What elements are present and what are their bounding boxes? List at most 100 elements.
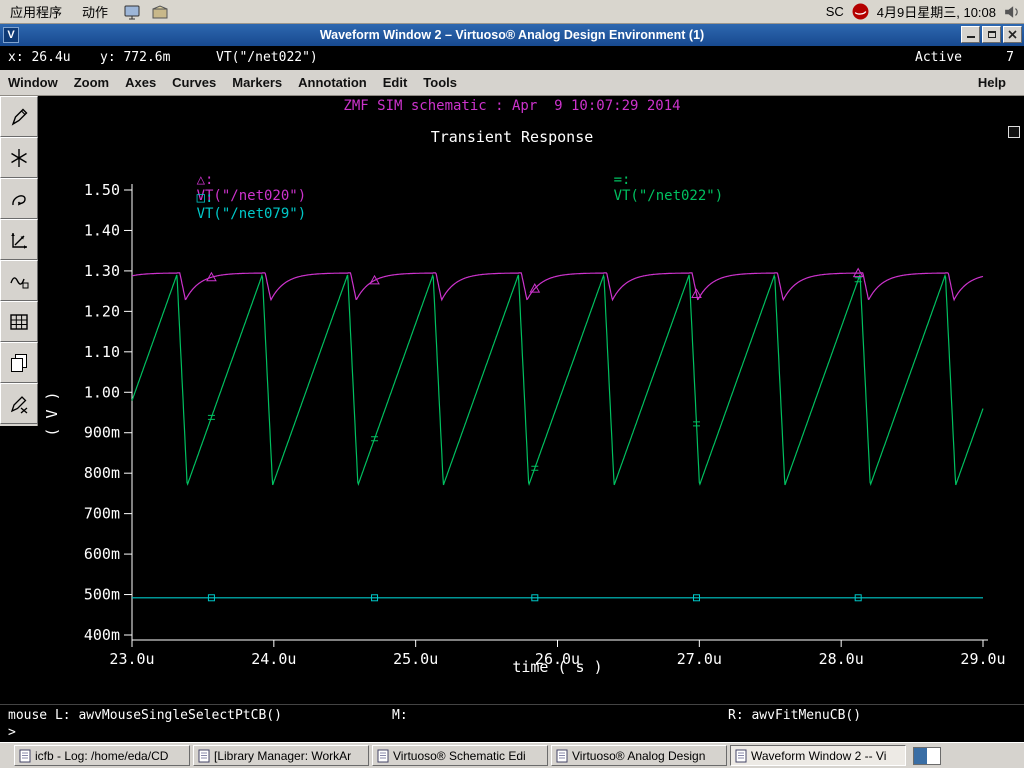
- pen-strike-icon: [10, 395, 28, 413]
- window-doc-icon: [19, 749, 31, 762]
- toolbar-erase-button[interactable]: [0, 383, 38, 424]
- plot-page-indicator[interactable]: [1008, 126, 1020, 138]
- workspace-1[interactable]: [914, 747, 927, 764]
- svg-text:700m: 700m: [84, 505, 120, 523]
- terminal-launcher-icon[interactable]: [122, 2, 142, 22]
- toolbar-axes-button[interactable]: [0, 219, 38, 260]
- plot-title: Transient Response: [430, 128, 594, 146]
- prompt-char: >: [8, 725, 16, 740]
- svg-text:1.40: 1.40: [84, 221, 120, 239]
- toolbar-copy-button[interactable]: [0, 342, 38, 383]
- svg-text:900m: 900m: [84, 424, 120, 442]
- mouse-left-binding: mouse L: awvMouseSingleSelectPtCB(): [8, 708, 282, 723]
- taskbar-label: [Library Manager: WorkAr: [214, 748, 352, 763]
- mouse-right-binding: R: awvFitMenuCB(): [728, 708, 862, 723]
- minimize-icon: [966, 31, 975, 38]
- menu-axes[interactable]: Axes: [117, 70, 164, 95]
- clock[interactable]: 4月9日星期三, 10:08: [877, 2, 996, 21]
- svg-text:1.50: 1.50: [84, 181, 120, 199]
- star-icon: [11, 148, 27, 167]
- menu-zoom[interactable]: Zoom: [66, 70, 117, 95]
- menu-window[interactable]: Window: [0, 70, 66, 95]
- legend-label: VT("/net079"): [196, 206, 307, 222]
- menu-edit[interactable]: Edit: [375, 70, 416, 95]
- mouse-middle-binding: M:: [392, 708, 408, 723]
- svg-text:time ( s ): time ( s ): [512, 658, 602, 676]
- legend-net079[interactable]: □: VT("/net079"): [146, 174, 307, 238]
- svg-text:1.20: 1.20: [84, 302, 120, 320]
- grid-icon: [10, 313, 28, 330]
- close-button[interactable]: [1003, 26, 1022, 43]
- redhat-icon[interactable]: [852, 3, 869, 20]
- box-icon: [152, 4, 168, 18]
- selected-trace-readout: VT("/net022"): [216, 50, 318, 65]
- keyboard-layout-indicator[interactable]: SC: [826, 4, 844, 19]
- menu-tools[interactable]: Tools: [415, 70, 465, 95]
- toolbar-pen-button[interactable]: [0, 96, 38, 137]
- taskbar-button-library-manager[interactable]: [Library Manager: WorkAr: [193, 745, 369, 766]
- menu-curves[interactable]: Curves: [164, 70, 224, 95]
- hook-icon: [12, 194, 26, 205]
- desktop-topbar: 应用程序 动作 SC 4月9日星期三, 10:08: [0, 0, 1024, 24]
- window-doc-icon: [198, 749, 210, 762]
- menu-help[interactable]: Help: [970, 70, 1014, 95]
- package-launcher-icon[interactable]: [150, 2, 170, 22]
- taskbar: icfb - Log: /home/eda/CD [Library Manage…: [0, 742, 1024, 768]
- axes-icon: [11, 232, 27, 249]
- cursor-y-readout: y: 772.6m: [100, 50, 171, 65]
- cursor-x-readout: x: 26.4u: [8, 50, 71, 65]
- window-doc-icon: [556, 749, 568, 762]
- menu-markers[interactable]: Markers: [224, 70, 290, 95]
- taskbar-label: Virtuoso® Schematic Edi: [393, 748, 526, 763]
- svg-text:24.0u: 24.0u: [251, 650, 296, 668]
- actions-menu[interactable]: 动作: [72, 0, 118, 23]
- monitor-icon: [124, 5, 140, 19]
- speaker-icon[interactable]: [1004, 4, 1020, 20]
- window-titlebar[interactable]: V Waveform Window 2 – Virtuoso® Analog D…: [0, 24, 1024, 46]
- maximize-icon: [987, 31, 996, 38]
- desktop: 应用程序 动作 SC 4月9日星期三, 10:08 V Waveform Win…: [0, 0, 1024, 768]
- taskbar-label: Waveform Window 2 -- Vi: [751, 748, 887, 763]
- left-toolbar: [0, 96, 38, 426]
- workspace-2[interactable]: [927, 747, 940, 764]
- taskbar-button-schematic-editor[interactable]: Virtuoso® Schematic Edi: [372, 745, 548, 766]
- pen-icon: [11, 108, 28, 126]
- svg-text:600m: 600m: [84, 545, 120, 563]
- legend-net022[interactable]: =: VT("/net022"): [563, 156, 724, 220]
- active-label: Active: [915, 50, 962, 65]
- svg-text:28.0u: 28.0u: [819, 650, 864, 668]
- applications-menu[interactable]: 应用程序: [0, 0, 72, 23]
- window-menu-icon[interactable]: V: [3, 27, 19, 43]
- window-doc-icon: [735, 749, 747, 762]
- minimize-button[interactable]: [961, 26, 980, 43]
- menu-annotation[interactable]: Annotation: [290, 70, 375, 95]
- svg-text:29.0u: 29.0u: [960, 650, 1005, 668]
- taskbar-button-analog-design[interactable]: Virtuoso® Analog Design: [551, 745, 727, 766]
- active-count: 7: [1006, 50, 1014, 65]
- svg-text:27.0u: 27.0u: [677, 650, 722, 668]
- taskbar-button-icfb-log[interactable]: icfb - Log: /home/eda/CD: [14, 745, 190, 766]
- legend-marker-square: □:: [196, 190, 214, 206]
- svg-text:23.0u: 23.0u: [109, 650, 154, 668]
- taskbar-label: icfb - Log: /home/eda/CD: [35, 748, 169, 763]
- svg-text:1.30: 1.30: [84, 262, 120, 280]
- mouse-bindings-bar: mouse L: awvMouseSingleSelectPtCB() M: R…: [0, 704, 1024, 724]
- copy-icon: [11, 353, 27, 372]
- window-title: Waveform Window 2 – Virtuoso® Analog Des…: [319, 28, 705, 42]
- menubar: Window Zoom Axes Curves Markers Annotati…: [0, 70, 1024, 96]
- svg-text:( V ): ( V ): [43, 391, 61, 436]
- toolbar-subwave-button[interactable]: [0, 260, 38, 301]
- svg-text:800m: 800m: [84, 464, 120, 482]
- plot-header: ZMF SIM schematic : Apr 9 10:07:29 2014: [343, 98, 681, 114]
- window-doc-icon: [377, 749, 389, 762]
- svg-text:25.0u: 25.0u: [393, 650, 438, 668]
- toolbar-star-button[interactable]: [0, 137, 38, 178]
- waveform-canvas-area: 1.50 1.40 1.30 1.20 1.10 1.00 900m 800m 700m 600m…: [0, 96, 1024, 704]
- svg-text:1.10: 1.10: [84, 343, 120, 361]
- workspace-pager[interactable]: [913, 746, 941, 765]
- taskbar-button-waveform-window[interactable]: Waveform Window 2 -- Vi: [730, 745, 906, 766]
- maximize-button[interactable]: [982, 26, 1001, 43]
- command-prompt[interactable]: >: [0, 724, 1024, 742]
- toolbar-hook-button[interactable]: [0, 178, 38, 219]
- toolbar-calculator-button[interactable]: [0, 301, 38, 342]
